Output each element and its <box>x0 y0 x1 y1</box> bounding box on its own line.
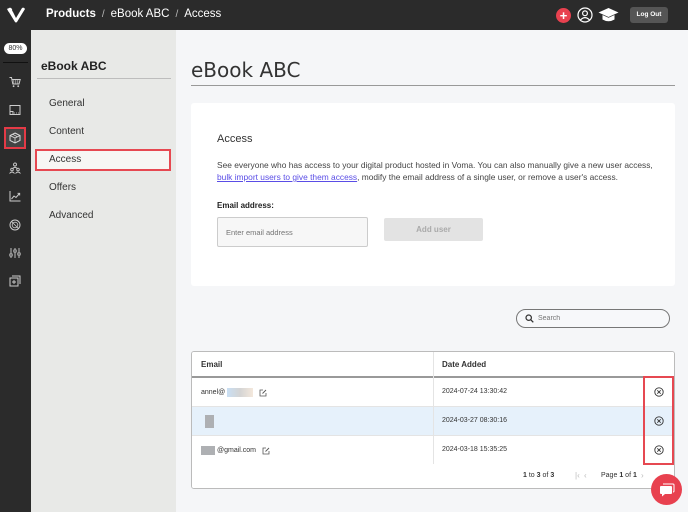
chat-support-button[interactable] <box>651 474 682 505</box>
column-header-email[interactable]: Email <box>201 360 222 369</box>
academy-graduation-cap-icon[interactable] <box>598 7 619 23</box>
breadcrumb-separator: / <box>101 8 105 20</box>
bulk-import-link[interactable]: bulk import users to give them access <box>217 172 357 182</box>
email-text: @gmail.com <box>217 447 257 454</box>
email-text: annel@ <box>201 389 226 396</box>
email-cell: @gmail.com <box>201 446 270 455</box>
rail-item-apps[interactable] <box>4 270 26 292</box>
add-user-button[interactable]: Add user <box>384 218 483 241</box>
title-divider <box>191 85 675 86</box>
next-page-icon[interactable]: › <box>641 471 644 480</box>
log-out-button[interactable]: Log Out <box>630 7 668 23</box>
column-divider <box>433 352 434 464</box>
description-text: See everyone who has access to your digi… <box>217 160 653 170</box>
remove-user-icon[interactable] <box>654 387 664 397</box>
rail-item-people[interactable] <box>4 157 26 179</box>
user-account-icon[interactable] <box>577 7 593 23</box>
voma-logo-icon[interactable] <box>6 6 26 24</box>
email-cell: annel@ <box>201 388 267 397</box>
settings-sliders-icon <box>9 248 21 258</box>
page-indicator: Page 1 of 1 <box>601 472 637 479</box>
access-card: Access See everyone who has access to yo… <box>191 103 675 286</box>
email-address-label: Email address: <box>217 201 274 210</box>
rail-item-products[interactable] <box>4 127 26 149</box>
product-subnav: eBook ABC General Content Access Offers … <box>31 30 176 512</box>
subnav-item-general[interactable]: General <box>35 93 171 115</box>
subnav-divider <box>37 78 171 79</box>
integrations-icon <box>9 219 21 231</box>
subnav-item-advanced[interactable]: Advanced <box>35 205 171 227</box>
redacted-email-part <box>201 446 215 455</box>
zoom-level-badge: 80% <box>4 43 27 54</box>
description-text-end: , modify the email address of a single u… <box>357 172 618 182</box>
edit-icon[interactable] <box>259 389 267 397</box>
rail-item-website[interactable] <box>4 99 26 121</box>
row-count: 1 to 3 of 3 <box>523 472 555 479</box>
column-header-date-added[interactable]: Date Added <box>442 360 486 369</box>
date-added-cell: 2024-03-18 15:35:25 <box>442 446 507 453</box>
previous-page-icon[interactable]: ‹ <box>584 471 587 480</box>
subnav-item-content[interactable]: Content <box>35 121 171 143</box>
analytics-icon <box>9 191 21 202</box>
redacted-email-part <box>205 415 214 428</box>
top-bar: Products / eBook ABC / Access + Log Out <box>0 0 688 30</box>
search-icon <box>525 314 534 323</box>
product-box-icon <box>9 132 21 144</box>
chat-bubble-icon <box>659 483 674 496</box>
rail-item-analytics[interactable] <box>4 185 26 207</box>
rail-item-settings[interactable] <box>4 242 26 264</box>
page-title: eBook ABC <box>191 58 301 82</box>
email-address-input[interactable] <box>217 217 368 247</box>
subnav-item-access[interactable]: Access <box>35 149 171 171</box>
add-new-button[interactable]: + <box>556 8 571 23</box>
access-card-title: Access <box>217 133 253 145</box>
subnav-item-offers[interactable]: Offers <box>35 177 171 199</box>
table-pagination: 1 to 3 of 3 |‹ ‹ Page 1 of 1 › <box>192 464 674 488</box>
rail-item-sales[interactable] <box>4 71 26 93</box>
website-icon <box>9 105 21 115</box>
edit-icon[interactable] <box>262 447 270 455</box>
first-page-icon[interactable]: |‹ <box>575 471 580 480</box>
date-added-cell: 2024-07-24 13:30:42 <box>442 388 507 395</box>
redacted-email-part <box>227 388 254 397</box>
search-field[interactable] <box>516 309 670 328</box>
rail-divider <box>3 62 28 63</box>
breadcrumb: Products / eBook ABC / Access <box>46 8 221 20</box>
remove-user-icon[interactable] <box>654 445 664 455</box>
access-users-table: Email Date Added annel@ 2024-07-24 13:30… <box>191 351 675 489</box>
people-icon <box>9 162 21 174</box>
remove-user-icon[interactable] <box>654 416 664 426</box>
email-cell <box>201 415 214 428</box>
icon-rail: 80% <box>0 30 31 512</box>
access-description: See everyone who has access to your digi… <box>217 159 657 183</box>
breadcrumb-current: Access <box>184 8 222 20</box>
breadcrumb-products[interactable]: Products <box>46 8 96 20</box>
breadcrumb-separator: / <box>175 8 179 20</box>
cart-icon <box>9 77 21 88</box>
breadcrumb-product[interactable]: eBook ABC <box>111 8 170 20</box>
rail-item-integrations[interactable] <box>4 214 26 236</box>
search-input[interactable] <box>538 312 663 325</box>
subnav-title: eBook ABC <box>41 59 107 73</box>
date-added-cell: 2024-03-27 08:30:16 <box>442 417 507 424</box>
apps-icon <box>9 275 21 287</box>
